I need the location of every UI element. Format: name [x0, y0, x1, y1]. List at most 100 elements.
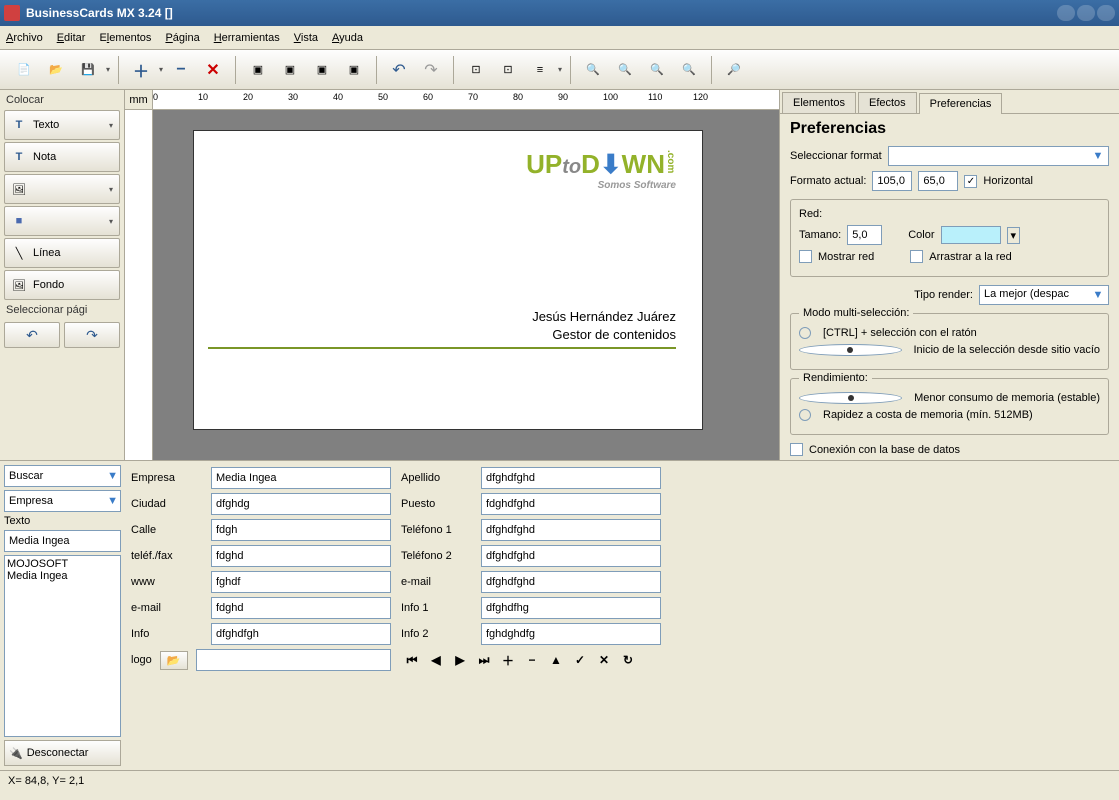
- field-label: Calle: [131, 519, 201, 541]
- zoom-in-icon[interactable]: 🔍: [579, 56, 607, 84]
- subtract-icon[interactable]: −: [167, 56, 195, 84]
- db-connect-checkbox[interactable]: [790, 443, 803, 456]
- undo-icon[interactable]: ↶: [385, 56, 413, 84]
- field-input-teléfono1[interactable]: [481, 519, 661, 541]
- bring-forward-icon[interactable]: ▣: [276, 56, 304, 84]
- width-input[interactable]: [872, 171, 912, 191]
- height-input[interactable]: [918, 171, 958, 191]
- record-next-button[interactable]: ▶: [449, 649, 471, 671]
- logo-path-input[interactable]: [196, 649, 392, 671]
- field-input-e-mail[interactable]: [211, 597, 391, 619]
- field-input-info2[interactable]: [481, 623, 661, 645]
- grid-color-swatch[interactable]: [941, 226, 1001, 244]
- disconnect-button[interactable]: 🔌Desconectar: [4, 740, 121, 766]
- menu-editar[interactable]: Editar: [57, 32, 86, 44]
- field-input-empresa[interactable]: [211, 467, 391, 489]
- record-up-button[interactable]: ▲: [545, 649, 567, 671]
- minimize-button[interactable]: [1057, 5, 1075, 21]
- field-input-www[interactable]: [211, 571, 391, 593]
- menu-vista[interactable]: Vista: [294, 32, 318, 44]
- close-button[interactable]: [1097, 5, 1115, 21]
- tab-elementos[interactable]: Elementos: [782, 92, 856, 113]
- align-icon[interactable]: ≡: [526, 56, 554, 84]
- tab-efectos[interactable]: Efectos: [858, 92, 917, 113]
- list-item[interactable]: MOJOSOFT: [7, 558, 118, 570]
- grid-size-input[interactable]: [847, 225, 882, 245]
- select-format-dropdown[interactable]: ▼: [888, 146, 1109, 166]
- redo-icon[interactable]: ↷: [417, 56, 445, 84]
- record-last-button[interactable]: ⏭: [473, 649, 495, 671]
- field-input-puesto[interactable]: [481, 493, 661, 515]
- menu-archivo[interactable]: Archivo: [6, 32, 43, 44]
- menu-herramientas[interactable]: Herramientas: [214, 32, 280, 44]
- zoom-out-icon[interactable]: 🔍: [643, 56, 671, 84]
- shape-icon: ■: [11, 213, 27, 229]
- search-field-dropdown[interactable]: Buscar▼: [4, 465, 121, 487]
- tool-fondo[interactable]: 🖼Fondo: [4, 270, 120, 300]
- send-back-icon[interactable]: ▣: [340, 56, 368, 84]
- menu-elementos[interactable]: Elementos: [99, 32, 151, 44]
- send-backward-icon[interactable]: ▣: [308, 56, 336, 84]
- field-input-info1[interactable]: [481, 597, 661, 619]
- render-type-dropdown[interactable]: La mejor (despac▼: [979, 285, 1109, 305]
- color-dropdown-icon[interactable]: ▾: [1007, 227, 1021, 244]
- card-role: Gestor de contenidos: [552, 327, 676, 342]
- zoom-plus-icon[interactable]: 🔍: [675, 56, 703, 84]
- ungroup-icon[interactable]: ⊡: [494, 56, 522, 84]
- tool-texto[interactable]: TTexto▾: [4, 110, 120, 140]
- prefs-title: Preferencias: [790, 120, 1109, 138]
- perf-high-radio[interactable]: [799, 409, 811, 421]
- field-input-e-mail[interactable]: [481, 571, 661, 593]
- open-icon[interactable]: 📂: [42, 56, 70, 84]
- multi-empty-radio[interactable]: [799, 344, 902, 356]
- field-input-calle[interactable]: [211, 519, 391, 541]
- field-input-info[interactable]: [211, 623, 391, 645]
- multi-ctrl-radio[interactable]: [799, 327, 811, 339]
- search-column-dropdown[interactable]: Empresa▼: [4, 490, 121, 512]
- record-apply-button[interactable]: ✓: [569, 649, 591, 671]
- tool-image[interactable]: 🖼▾: [4, 174, 120, 204]
- menu-ayuda[interactable]: Ayuda: [332, 32, 363, 44]
- tool-shape[interactable]: ■▾: [4, 206, 120, 236]
- record-refresh-button[interactable]: ↻: [617, 649, 639, 671]
- add-icon[interactable]: ＋: [127, 56, 155, 84]
- record-cancel-button[interactable]: ✕: [593, 649, 615, 671]
- preview-icon[interactable]: 🔎: [720, 56, 748, 84]
- browse-icon[interactable]: 📂: [160, 651, 188, 670]
- results-list[interactable]: MOJOSOFT Media Ingea: [4, 555, 121, 737]
- group-icon[interactable]: ⊡: [462, 56, 490, 84]
- page-next[interactable]: ↷: [64, 322, 120, 348]
- record-add-button[interactable]: ＋: [497, 649, 519, 671]
- record-prev-button[interactable]: ◀: [425, 649, 447, 671]
- menu-pagina[interactable]: Página: [165, 32, 199, 44]
- tool-nota[interactable]: TNota: [4, 142, 120, 172]
- zoom-fit-icon[interactable]: 🔍: [611, 56, 639, 84]
- maximize-button[interactable]: [1077, 5, 1095, 21]
- search-text-input[interactable]: [4, 530, 121, 552]
- list-item[interactable]: Media Ingea: [7, 570, 118, 582]
- card-stage[interactable]: UPtoD⬇WN.com Somos Software Jesús Hernán…: [153, 110, 779, 460]
- horizontal-checkbox[interactable]: ✓: [964, 175, 977, 188]
- field-input-apellido[interactable]: [481, 467, 661, 489]
- save-icon[interactable]: 💾: [74, 56, 102, 84]
- field-input-teléf./fax[interactable]: [211, 545, 391, 567]
- tool-linea[interactable]: ╲Línea: [4, 238, 120, 268]
- new-icon[interactable]: 📄: [10, 56, 38, 84]
- field-label: Teléfono 1: [401, 519, 471, 541]
- toolbar: 📄 📂 💾▾ ＋▾ − ✕ ▣ ▣ ▣ ▣ ↶ ↷ ⊡ ⊡ ≡▾ 🔍 🔍 🔍 🔍…: [0, 50, 1119, 90]
- page-prev[interactable]: ↶: [4, 322, 60, 348]
- bring-front-icon[interactable]: ▣: [244, 56, 272, 84]
- snap-grid-checkbox[interactable]: [910, 250, 923, 263]
- search-panel: Buscar▼ Empresa▼ Texto MOJOSOFT Media In…: [0, 461, 125, 770]
- perf-low-radio[interactable]: [799, 392, 902, 404]
- field-input-teléfono2[interactable]: [481, 545, 661, 567]
- delete-icon[interactable]: ✕: [199, 56, 227, 84]
- tab-preferencias[interactable]: Preferencias: [919, 93, 1003, 114]
- record-first-button[interactable]: ⏮: [401, 649, 423, 671]
- show-grid-checkbox[interactable]: [799, 250, 812, 263]
- select-format-label: Seleccionar format: [790, 150, 882, 162]
- business-card[interactable]: UPtoD⬇WN.com Somos Software Jesús Hernán…: [193, 130, 703, 430]
- field-input-ciudad[interactable]: [211, 493, 391, 515]
- field-label: Teléfono 2: [401, 545, 471, 567]
- record-remove-button[interactable]: −: [521, 649, 543, 671]
